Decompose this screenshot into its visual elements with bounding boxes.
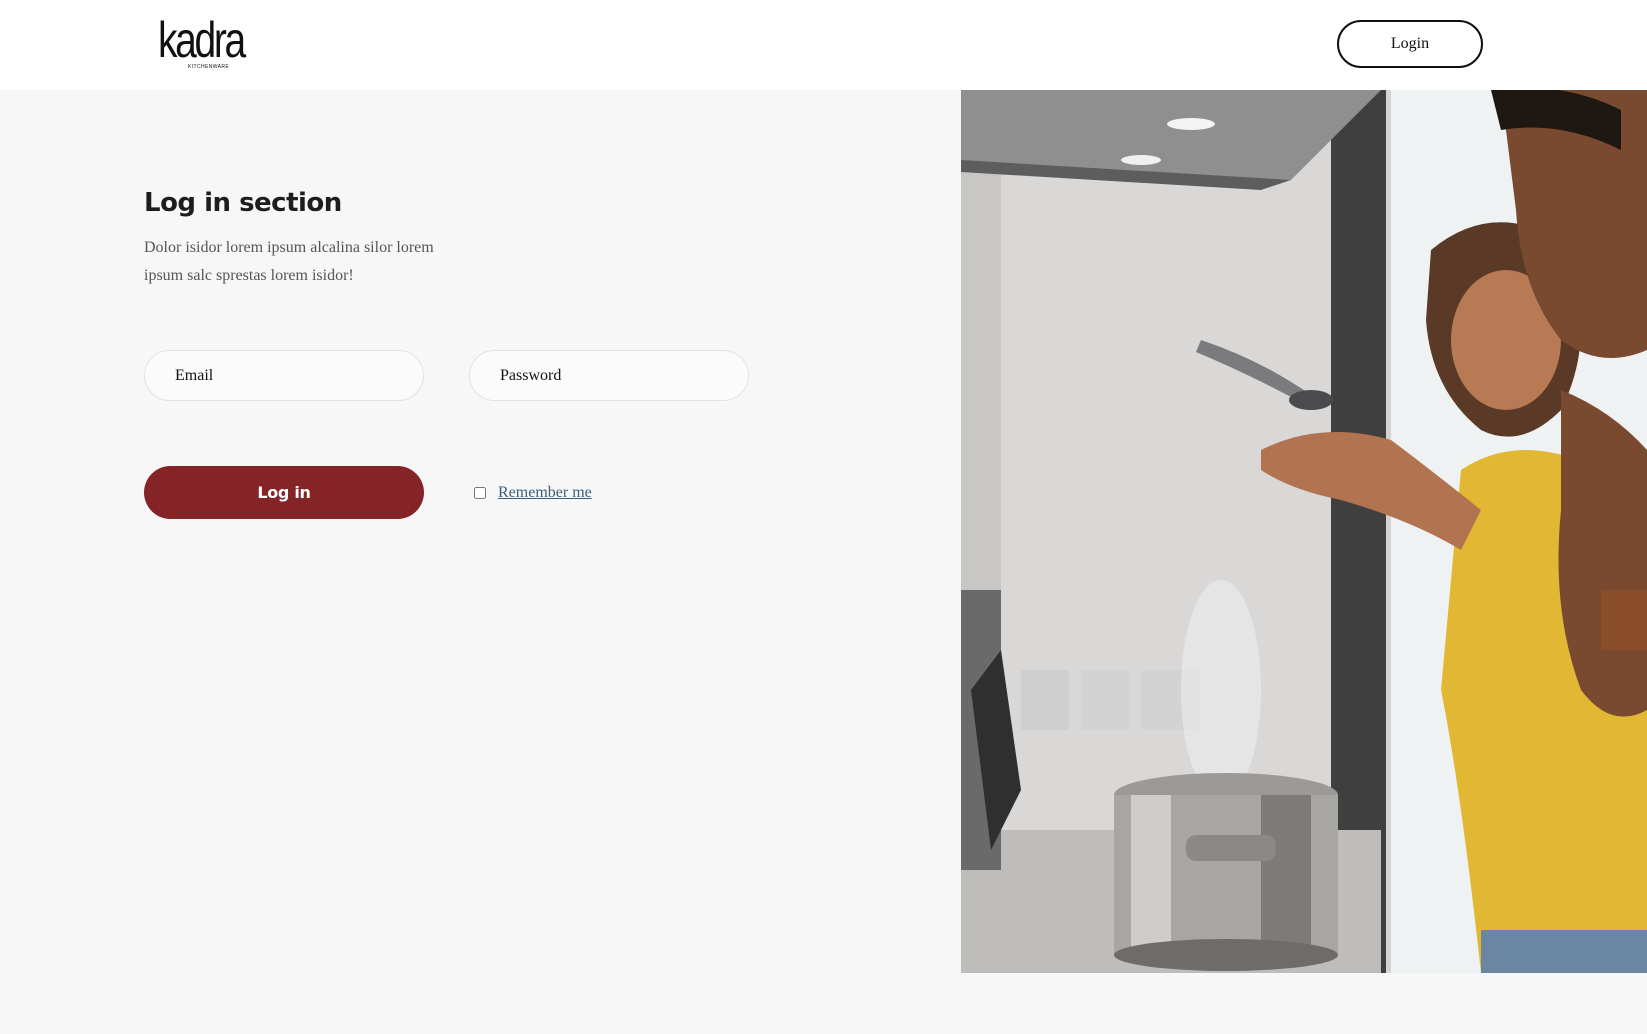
- kadra-logo[interactable]: kadra KITCHENWARE: [158, 14, 258, 76]
- logo-tagline: KITCHENWARE: [188, 64, 230, 70]
- hero-illustration: [961, 90, 1647, 973]
- remember-me-checkbox[interactable]: [474, 487, 486, 499]
- header-login-button[interactable]: Login: [1337, 20, 1483, 68]
- remember-me-link[interactable]: Remember me: [498, 484, 592, 502]
- remember-me-control: Remember me: [474, 484, 592, 502]
- logo-wordmark: kadra: [158, 12, 246, 68]
- login-submit-button[interactable]: Log in: [144, 466, 424, 519]
- password-input[interactable]: [469, 350, 749, 401]
- login-description: Dolor isidor lorem ipsum alcalina silor …: [144, 239, 434, 284]
- login-title: Log in section: [144, 188, 342, 218]
- email-input[interactable]: [144, 350, 424, 401]
- login-panel: [0, 90, 961, 1034]
- site-header: kadra KITCHENWARE Login: [0, 0, 1647, 90]
- hero-photo: [961, 90, 1647, 973]
